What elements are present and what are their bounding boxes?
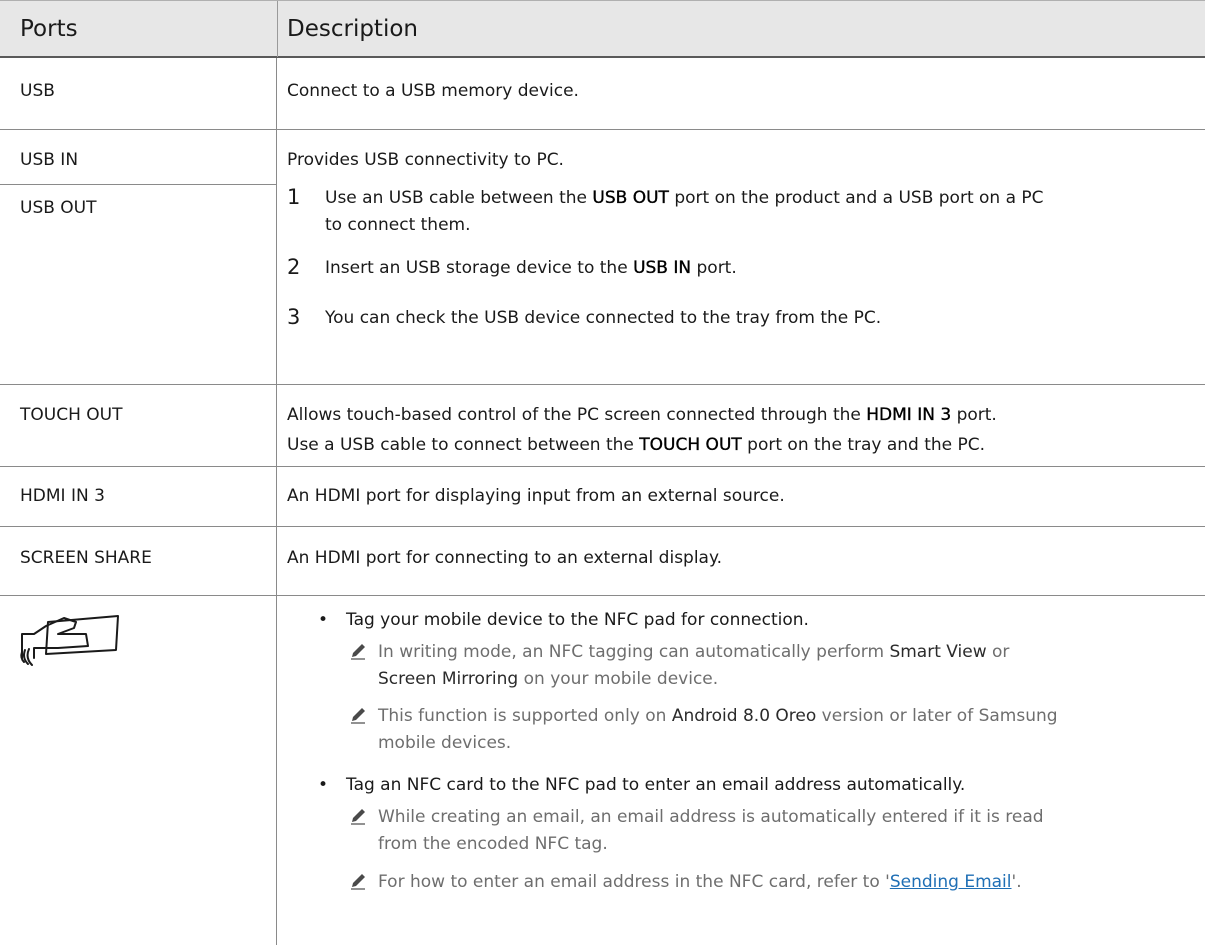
desc-usb-intro: Provides USB connectivity to PC. (287, 150, 564, 170)
nfc-note-1-line2: Screen Mirroring on your mobile device. (378, 666, 718, 692)
text-part: port. (951, 405, 997, 425)
port-usb: USB (20, 81, 55, 101)
row-divider (0, 129, 1205, 130)
port-touch-out: TOUCH OUT (20, 405, 123, 425)
header-description: Description (287, 16, 418, 42)
step-text-part: port. (691, 258, 737, 278)
table-header: Ports Description (0, 0, 1205, 58)
row-divider (0, 526, 1205, 527)
text-bold: Android 8.0 Oreo (671, 706, 817, 726)
desc-usb: Connect to a USB memory device. (287, 81, 579, 101)
step-text-part: Use an USB cable between the (325, 188, 593, 208)
step-text-part: port on the product and a USB port on a … (668, 188, 1044, 208)
nfc-bullet-2: Tag an NFC card to the NFC pad to enter … (346, 775, 966, 795)
text-bold: HDMI IN 3 (866, 405, 952, 425)
step-number: 3 (287, 305, 301, 329)
text-bold: Smart View (889, 642, 987, 662)
pencil-note-icon (351, 644, 365, 660)
text-part: on your mobile device. (518, 669, 719, 689)
desc-touch-line1: Allows touch-based control of the PC scr… (287, 403, 997, 427)
nfc-tag-icon (20, 615, 119, 666)
nfc-note-3-line1: While creating an email, an email addres… (378, 807, 1044, 827)
step-bold: USB OUT (592, 188, 669, 208)
column-divider (276, 58, 277, 945)
step-text: Insert an USB storage device to the USB … (325, 256, 737, 280)
step-number: 1 (287, 185, 301, 209)
bullet-dot: • (318, 610, 329, 630)
step-bold: USB IN (633, 258, 692, 278)
text-part: In writing mode, an NFC tagging can auto… (378, 642, 890, 662)
header-divider (277, 1, 278, 57)
text-part: Use a USB cable to connect between the (287, 435, 640, 455)
sending-email-link[interactable]: Sending Email (890, 872, 1012, 892)
port-screen-share: SCREEN SHARE (20, 548, 152, 568)
nfc-note-4: For how to enter an email address in the… (378, 869, 1022, 895)
port-hdmi-in-3: HDMI IN 3 (20, 486, 105, 506)
header-ports: Ports (20, 16, 78, 42)
text-part: version or later of Samsung (816, 706, 1058, 726)
port-usb-in: USB IN (20, 150, 79, 170)
text-part: This function is supported only on (378, 706, 672, 726)
text-part: Allows touch-based control of the PC scr… (287, 405, 867, 425)
nfc-note-2-line2: mobile devices. (378, 733, 512, 753)
text-part: port on the tray and the PC. (741, 435, 986, 455)
pencil-note-icon (351, 708, 365, 724)
row-divider (0, 184, 277, 185)
port-usb-out: USB OUT (20, 198, 97, 218)
pencil-note-icon (351, 809, 365, 825)
nfc-note-1-line1: In writing mode, an NFC tagging can auto… (378, 639, 1009, 665)
text-bold: Screen Mirroring (378, 669, 519, 689)
pencil-note-icon (351, 874, 365, 890)
text-part: '. (1011, 872, 1022, 892)
desc-hdmi-in-3: An HDMI port for displaying input from a… (287, 486, 785, 506)
row-divider (0, 384, 1205, 385)
step-text: Use an USB cable between the USB OUT por… (325, 186, 1044, 210)
text-bold: TOUCH OUT (639, 435, 742, 455)
nfc-note-3-line2: from the encoded NFC tag. (378, 834, 608, 854)
ports-table: Ports Description USB Connect to a USB m… (0, 0, 1205, 945)
row-divider (0, 466, 1205, 467)
desc-screen-share: An HDMI port for connecting to an extern… (287, 548, 723, 568)
text-part: For how to enter an email address in the… (378, 872, 890, 892)
bullet-dot: • (318, 775, 329, 795)
row-divider (0, 595, 1205, 596)
step-text-part: Insert an USB storage device to the (325, 258, 634, 278)
step-number: 2 (287, 255, 301, 279)
nfc-bullet-1: Tag your mobile device to the NFC pad fo… (346, 610, 809, 630)
text-part: or (986, 642, 1010, 662)
step-text-cont: to connect them. (325, 215, 471, 235)
step-text: You can check the USB device connected t… (325, 308, 882, 328)
nfc-note-2-line1: This function is supported only on Andro… (378, 703, 1058, 729)
desc-touch-line2: Use a USB cable to connect between the T… (287, 433, 985, 457)
